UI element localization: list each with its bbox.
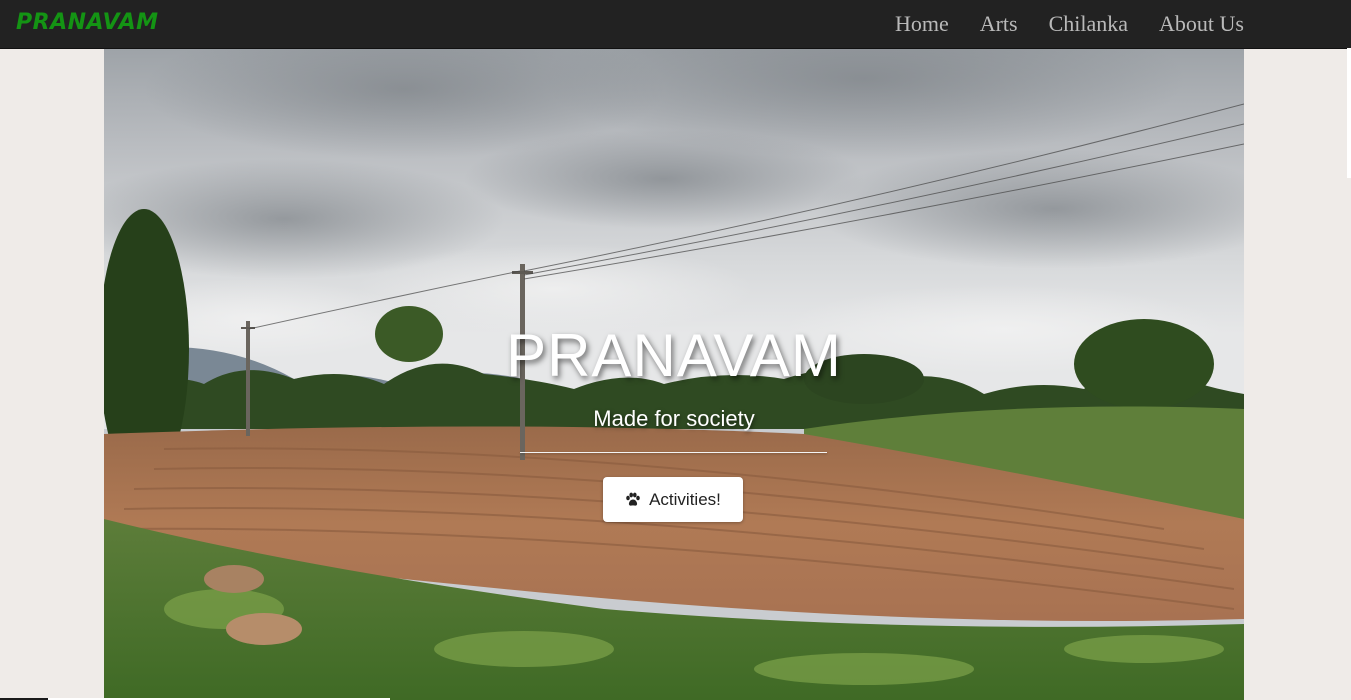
nav-link-chilanka[interactable]: Chilanka <box>1049 11 1128 37</box>
paw-icon <box>626 492 640 506</box>
nav-links: Home Arts Chilanka About Us <box>895 0 1244 48</box>
hero-section: PRANAVAM Made for society Activities! <box>104 49 1244 700</box>
activities-button[interactable]: Activities! <box>603 477 743 522</box>
hero-title: PRANAVAM <box>506 322 842 389</box>
scrollbar[interactable] <box>1347 48 1351 178</box>
nav-link-home[interactable]: Home <box>895 11 949 37</box>
activities-button-label: Activities! <box>649 489 721 509</box>
brand-logo[interactable]: PRANAVAM <box>16 10 159 35</box>
nav-link-about-us[interactable]: About Us <box>1159 11 1244 37</box>
hero-subtitle: Made for society <box>593 406 755 431</box>
navbar: PRANAVAM Home Arts Chilanka About Us <box>0 0 1351 49</box>
nav-link-arts[interactable]: Arts <box>980 11 1018 37</box>
hero-divider <box>520 452 827 453</box>
